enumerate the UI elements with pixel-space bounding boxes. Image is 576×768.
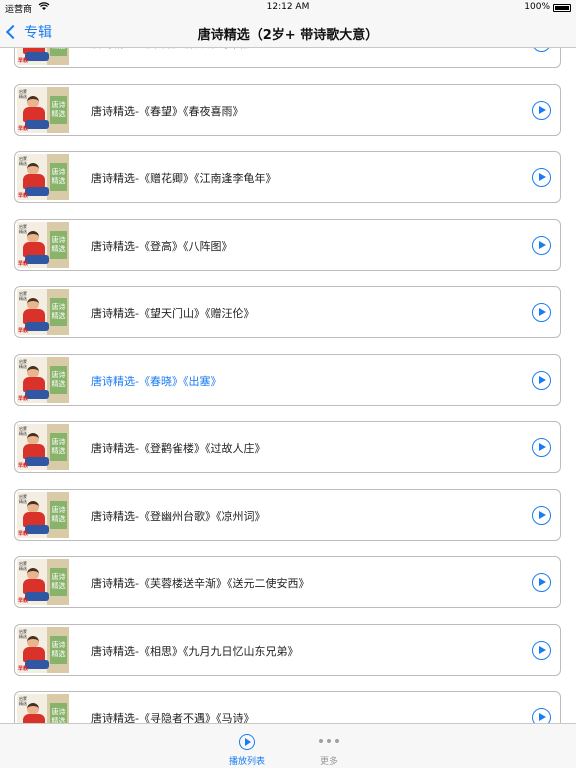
album-thumbnail: 启蒙精选唐诗精选早教 [17, 86, 69, 133]
album-thumbnail: 启蒙精选唐诗精选早教 [17, 154, 69, 200]
track-title: 唐诗精选-《春晓》《出塞》 [91, 374, 222, 388]
more-dots-icon [319, 739, 339, 743]
play-circle-icon[interactable] [532, 100, 551, 120]
track-row[interactable]: 启蒙 精选 唐诗精选 早教 唐诗精选-《春望》《春夜喜雨》 [14, 83, 561, 136]
track-row[interactable]: 启蒙 精选 唐诗精选 早教 唐诗精选-《相思》《九月九日忆山东兄弟》 [14, 623, 561, 676]
album-thumbnail: 启蒙精选唐诗精选早教 [17, 289, 69, 335]
tab-bar: 播放列表 更多 [0, 723, 576, 768]
track-title: 唐诗精选-《相思》《九月九日忆山东兄弟》 [91, 644, 299, 658]
track-title: 唐诗精选-《登幽州台歌》《凉州词》 [91, 509, 266, 523]
album-thumbnail: 启蒙精选唐诗精选早教 [17, 491, 69, 538]
track-row[interactable]: 启蒙 精选 唐诗精选 早教 唐诗精选-《登高》《八阵图》 [14, 218, 561, 271]
tab-playlist[interactable]: 播放列表 [217, 724, 277, 768]
track-title: 唐诗精选-《春望》《春夜喜雨》 [91, 104, 244, 118]
track-title: 唐诗精选-《赠花卿》《江南逢李龟年》 [91, 172, 277, 185]
track-row[interactable]: 启蒙 精选 唐诗精选 早教 唐诗精选-《望天门山》《赠汪伦》 [14, 286, 561, 338]
status-time: 12:12 AM [266, 2, 310, 12]
play-circle-icon[interactable] [532, 505, 551, 525]
play-circle-icon[interactable] [532, 235, 551, 255]
album-thumbnail: 启蒙精选唐诗精选早教 [17, 424, 69, 470]
play-circle-icon[interactable] [532, 573, 551, 592]
album-thumbnail: 启蒙精选唐诗精选早教 [17, 221, 69, 268]
play-circle-icon[interactable] [532, 438, 551, 457]
play-circle-icon[interactable] [532, 168, 551, 187]
page-title: 唐诗精选（2岁+ 带诗歌大意） [197, 28, 379, 43]
track-title: 唐诗精选-《登鹳雀楼》《过故人庄》 [91, 442, 266, 455]
album-thumbnail: 启蒙精选唐诗精选早教 [17, 559, 69, 605]
battery-percent: 100% [524, 2, 550, 12]
tab-more-label: 更多 [319, 757, 338, 767]
tab-playlist-label: 播放列表 [228, 757, 265, 767]
track-row[interactable]: 启蒙 精选 唐诗精选 早教 唐诗精选-《登鹳雀楼》《过故人庄》 [14, 421, 561, 473]
track-title: 唐诗精选-《芙蓉楼送辛渐》《送元二使安西》 [91, 577, 310, 590]
tab-more[interactable]: 更多 [299, 724, 359, 768]
play-circle-icon[interactable] [532, 303, 551, 322]
battery-icon [553, 4, 571, 12]
status-bar: 运营商 12:12 AM 100% [0, 0, 576, 16]
track-row[interactable]: 启蒙 精选 唐诗精选 早教 唐诗精选-《芙蓉楼送辛渐》《送元二使安西》 [14, 556, 561, 608]
track-row[interactable]: 启蒙 精选 唐诗精选 早教 唐诗精选-《登幽州台歌》《凉州词》 [14, 488, 561, 541]
play-circle-icon[interactable] [532, 640, 551, 660]
track-row[interactable]: 启蒙 精选 唐诗精选 早教 唐诗精选-《赠花卿》《江南逢李龟年》 [14, 151, 561, 203]
track-title: 唐诗精选-《望天门山》《赠汪伦》 [91, 307, 255, 320]
play-circle-icon [239, 734, 255, 750]
album-thumbnail: 启蒙精选唐诗精选早教 [17, 356, 69, 403]
album-thumbnail: 启蒙精选唐诗精选早教 [17, 626, 69, 673]
track-row[interactable]: 启蒙 精选 唐诗精选 早教 唐诗精选-《春晓》《出塞》 [14, 353, 561, 406]
track-title: 唐诗精选-《登高》《八阵图》 [91, 239, 233, 253]
play-circle-icon[interactable] [532, 370, 551, 390]
navigation-bar: 专辑 唐诗精选（2岁+ 带诗歌大意） [0, 16, 576, 48]
